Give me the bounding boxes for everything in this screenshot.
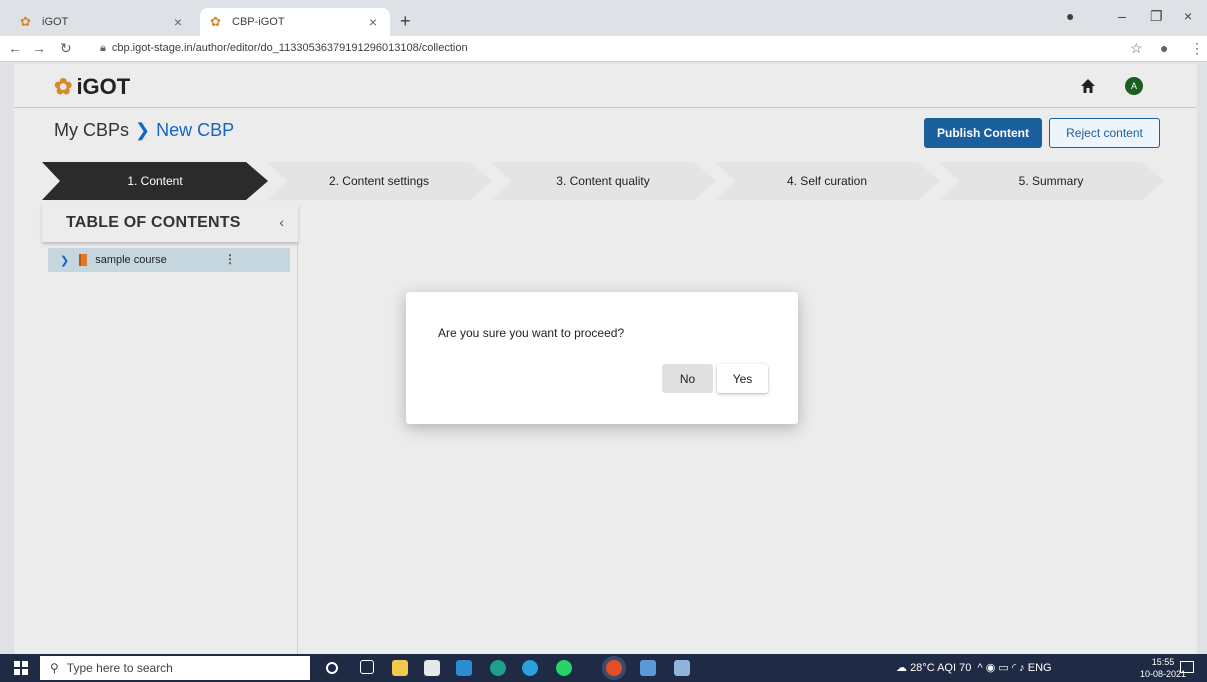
breadcrumb: My CBPs ❯ New CBP xyxy=(54,120,234,141)
publish-content-button[interactable]: Publish Content xyxy=(924,118,1042,148)
yes-button[interactable]: Yes xyxy=(717,364,768,393)
close-window-icon[interactable]: × xyxy=(1184,8,1192,24)
close-tab-icon[interactable]: × xyxy=(366,14,380,30)
browser-tab-igot[interactable]: ✿ iGOT × xyxy=(10,8,195,36)
reload-icon[interactable]: ↻ xyxy=(60,40,72,56)
chevron-up-icon[interactable]: ^ xyxy=(977,662,982,674)
tab-title: CBP-iGOT xyxy=(232,16,285,28)
table-of-contents-panel: TABLE OF CONTENTS ‹ ❯ sample course ⋮ xyxy=(42,204,298,654)
progress-stepper: 1. Content 2. Content settings 3. Conten… xyxy=(42,162,1164,200)
toc-header: TABLE OF CONTENTS ‹ xyxy=(42,204,298,242)
file-explorer-icon[interactable] xyxy=(392,660,408,676)
network-icon[interactable]: ◉ xyxy=(986,662,996,674)
mail-icon[interactable] xyxy=(456,660,472,676)
step-label: 3. Content quality xyxy=(556,174,650,188)
back-icon[interactable]: ← xyxy=(8,40,22,56)
wifi-icon[interactable]: ◜ xyxy=(1012,662,1016,674)
step-label: 5. Summary xyxy=(1018,174,1084,188)
igot-favicon-icon: ✿ xyxy=(210,14,221,29)
chevron-right-icon: ❯ xyxy=(135,120,151,140)
collapse-panel-icon[interactable]: ‹ xyxy=(279,214,284,230)
step-label: 1. Content xyxy=(127,174,183,188)
task-view-icon[interactable] xyxy=(360,660,374,674)
step-label: 2. Content settings xyxy=(328,174,430,188)
igot-favicon-icon: ✿ xyxy=(20,14,31,29)
weather-text: 28°C AQI 70 xyxy=(910,662,972,674)
url-text: cbp.igot-stage.in/author/editor/do_11330… xyxy=(111,42,468,54)
tab-title: iGOT xyxy=(42,16,69,28)
home-icon[interactable] xyxy=(1079,77,1097,95)
toc-item-sample-course[interactable]: ❯ sample course ⋮ xyxy=(48,248,290,272)
browser-menu-icon[interactable]: ⋮ xyxy=(1190,40,1204,56)
breadcrumb-current: New CBP xyxy=(156,120,235,140)
minimize-icon[interactable]: – xyxy=(1118,8,1126,24)
reject-content-button[interactable]: Reject content xyxy=(1049,118,1160,148)
step-content-quality[interactable]: 3. Content quality xyxy=(490,162,716,200)
toc-title: TABLE OF CONTENTS xyxy=(66,214,241,231)
notifications-icon[interactable] xyxy=(1180,661,1194,673)
store-icon[interactable] xyxy=(424,660,440,676)
address-bar: ← → ↻ 🔒︎ cbp.igot-stage.in/author/editor/… xyxy=(0,36,1207,62)
url-field[interactable]: 🔒︎ cbp.igot-stage.in/author/editor/do_113… xyxy=(100,42,468,55)
igot-logo[interactable]: ✿ iGOT xyxy=(54,74,130,100)
search-placeholder: Type here to search xyxy=(66,661,173,675)
lock-icon: 🔒︎ xyxy=(100,42,106,54)
chrome-icon[interactable] xyxy=(606,660,622,676)
windows-taskbar: ⚲ Type here to search ☁ 28°C AQI 70 ^ ◉ … xyxy=(0,654,1207,682)
cloud-icon: ☁ xyxy=(896,662,907,674)
new-tab-icon[interactable]: + xyxy=(400,12,411,30)
taskbar-search-box[interactable]: ⚲ Type here to search xyxy=(40,656,310,680)
step-self-curation[interactable]: 4. Self curation xyxy=(714,162,940,200)
step-content[interactable]: 1. Content xyxy=(42,162,268,200)
book-icon xyxy=(79,254,88,266)
confirm-dialog: Are you sure you want to proceed? No Yes xyxy=(406,292,798,424)
app-header: ✿ iGOT A xyxy=(14,64,1197,108)
logo-text: iGOT xyxy=(76,74,131,99)
step-label: 4. Self curation xyxy=(786,174,868,188)
toc-item-label: sample course xyxy=(95,254,167,266)
no-button[interactable]: No xyxy=(662,364,713,393)
system-tray[interactable]: ☁ 28°C AQI 70 ^ ◉ ▭ ◜ ♪ ENG xyxy=(896,661,1052,674)
volume-icon[interactable]: ♪ xyxy=(1019,662,1025,674)
dialog-message: Are you sure you want to proceed? xyxy=(438,326,625,340)
battery-icon[interactable]: ▭ xyxy=(998,662,1008,674)
edge-icon[interactable] xyxy=(490,660,506,676)
breadcrumb-my-cbps[interactable]: My CBPs xyxy=(54,120,129,141)
app-icon[interactable] xyxy=(640,660,656,676)
telegram-icon[interactable] xyxy=(522,660,538,676)
language-indicator[interactable]: ENG xyxy=(1028,662,1052,674)
bookmark-star-icon[interactable]: ☆ xyxy=(1130,40,1143,56)
igot-flower-icon: ✿ xyxy=(54,74,73,99)
avatar[interactable]: A xyxy=(1125,77,1143,95)
browser-tab-strip: ✿ iGOT × ✿ CBP-iGOT × + ● – ❐ × xyxy=(0,0,1207,36)
step-summary[interactable]: 5. Summary xyxy=(938,162,1164,200)
search-icon: ⚲ xyxy=(50,661,59,675)
paint-icon[interactable] xyxy=(674,660,690,676)
close-tab-icon[interactable]: × xyxy=(171,14,185,30)
profile-circle-icon[interactable]: ● xyxy=(1066,8,1074,24)
windows-start-icon[interactable] xyxy=(14,661,28,675)
browser-tab-cbp-igot[interactable]: ✿ CBP-iGOT × xyxy=(200,8,390,36)
profile-icon[interactable]: ● xyxy=(1160,40,1168,56)
forward-icon[interactable]: → xyxy=(32,40,46,56)
whatsapp-icon[interactable] xyxy=(556,660,572,676)
step-content-settings[interactable]: 2. Content settings xyxy=(266,162,492,200)
restore-icon[interactable]: ❐ xyxy=(1150,8,1163,25)
more-options-icon[interactable]: ⋮ xyxy=(224,252,236,266)
expand-chevron-icon[interactable]: ❯ xyxy=(60,254,69,267)
cortana-icon[interactable] xyxy=(326,662,338,674)
